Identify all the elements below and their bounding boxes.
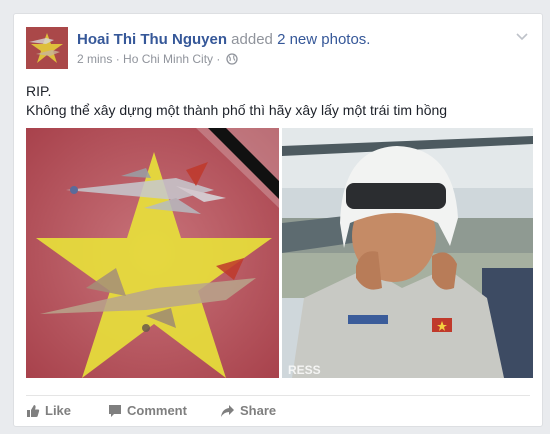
privacy-separator: · <box>216 52 221 66</box>
author-name-link[interactable]: Hoai Thi Thu Nguyen <box>77 31 227 48</box>
new-photos-link[interactable]: 2 new photos. <box>277 31 370 48</box>
author-avatar[interactable] <box>26 27 68 69</box>
comment-label: Comment <box>127 403 187 418</box>
share-button[interactable]: Share <box>220 403 276 418</box>
meta-separator: · <box>115 52 120 66</box>
like-button[interactable]: Like <box>26 403 71 418</box>
pilot-image: RESS <box>282 128 533 378</box>
share-icon <box>221 405 234 417</box>
photo-flag-memorial[interactable] <box>26 128 279 378</box>
location-link[interactable]: Ho Chi Minh City <box>123 52 213 66</box>
globe-icon[interactable] <box>226 53 238 68</box>
post-message: RIP. Không thể xây dựng một thành phố th… <box>26 82 447 120</box>
action-text: added <box>231 31 273 48</box>
comment-icon <box>109 405 121 417</box>
photo-pilot-portrait[interactable]: RESS <box>282 128 533 378</box>
share-label: Share <box>240 403 277 418</box>
like-icon <box>27 405 40 417</box>
timestamp-link[interactable]: 2 mins <box>77 52 112 66</box>
news-feed-post: Hoai Thi Thu Nguyen added 2 new photos. … <box>13 13 543 427</box>
comment-button[interactable]: Comment <box>108 403 187 418</box>
actions-divider <box>26 395 530 396</box>
flag-jets-image <box>26 128 279 378</box>
like-label: Like <box>45 403 72 418</box>
post-meta: 2 mins · Ho Chi Minh City · <box>77 52 238 68</box>
post-header: Hoai Thi Thu Nguyen added 2 new photos. <box>77 31 370 48</box>
message-line-2: Không thể xây dựng một thành phố thì hãy… <box>26 102 448 118</box>
avatar-flag-image <box>26 27 68 69</box>
chevron-down-icon[interactable] <box>514 28 530 44</box>
photo-watermark: RESS <box>288 363 321 377</box>
message-line-1: RIP. <box>26 83 52 99</box>
